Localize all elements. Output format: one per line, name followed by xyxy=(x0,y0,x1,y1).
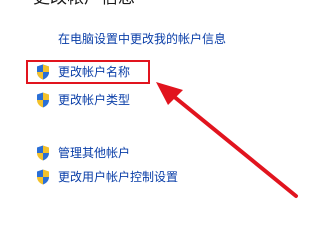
change-uac-settings-link[interactable]: 更改用户帐户控制设置 xyxy=(36,169,178,185)
uac-shield-icon xyxy=(36,64,50,80)
uac-shield-icon xyxy=(36,92,50,108)
uac-shield-icon xyxy=(36,169,50,185)
change-account-name-link[interactable]: 更改帐户名称 xyxy=(36,64,130,80)
task-label: 更改帐户名称 xyxy=(58,65,131,79)
page-title: 更改帐户信息 xyxy=(33,0,135,8)
task-label: 更改帐户类型 xyxy=(58,93,131,107)
task-label: 更改用户帐户控制设置 xyxy=(58,170,179,184)
task-label: 管理其他帐户 xyxy=(58,146,131,160)
change-account-type-link[interactable]: 更改帐户类型 xyxy=(36,92,130,108)
manage-other-accounts-link[interactable]: 管理其他帐户 xyxy=(36,145,130,161)
pc-settings-link[interactable]: 在电脑设置中更改我的帐户信息 xyxy=(58,31,226,47)
arrow-shaft xyxy=(170,93,298,198)
arrow-head xyxy=(156,82,183,105)
uac-shield-icon xyxy=(36,145,50,161)
